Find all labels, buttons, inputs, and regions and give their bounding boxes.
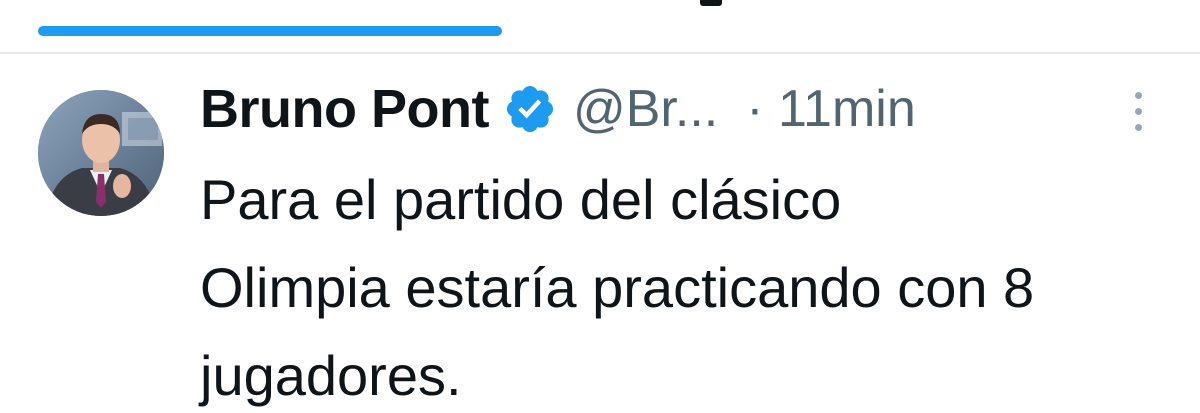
verified-badge-icon bbox=[503, 82, 557, 136]
tweet-text: Para el partido del clásico Olimpia esta… bbox=[200, 156, 1190, 413]
active-tab-indicator[interactable] bbox=[38, 26, 502, 36]
tweet-timestamp[interactable]: · 11min bbox=[746, 79, 916, 139]
tweet-text-line: Olimpia estaría practicando con 8 bbox=[200, 256, 1035, 319]
tweet-text-line: Para el partido del clásico bbox=[200, 168, 842, 231]
tab-bar bbox=[0, 0, 1200, 48]
author-handle[interactable]: @Br... bbox=[573, 79, 718, 139]
tweet-header: Bruno Pont @Br... · 11min bbox=[200, 74, 916, 144]
more-options-icon[interactable] bbox=[1130, 92, 1146, 136]
avatar-photo bbox=[38, 90, 164, 216]
divider bbox=[0, 52, 1200, 54]
tweet-text-line: jugadores. bbox=[200, 344, 462, 407]
avatar[interactable] bbox=[38, 90, 164, 216]
tab-label-fragment[interactable] bbox=[700, 0, 722, 6]
author-name[interactable]: Bruno Pont bbox=[200, 78, 489, 140]
